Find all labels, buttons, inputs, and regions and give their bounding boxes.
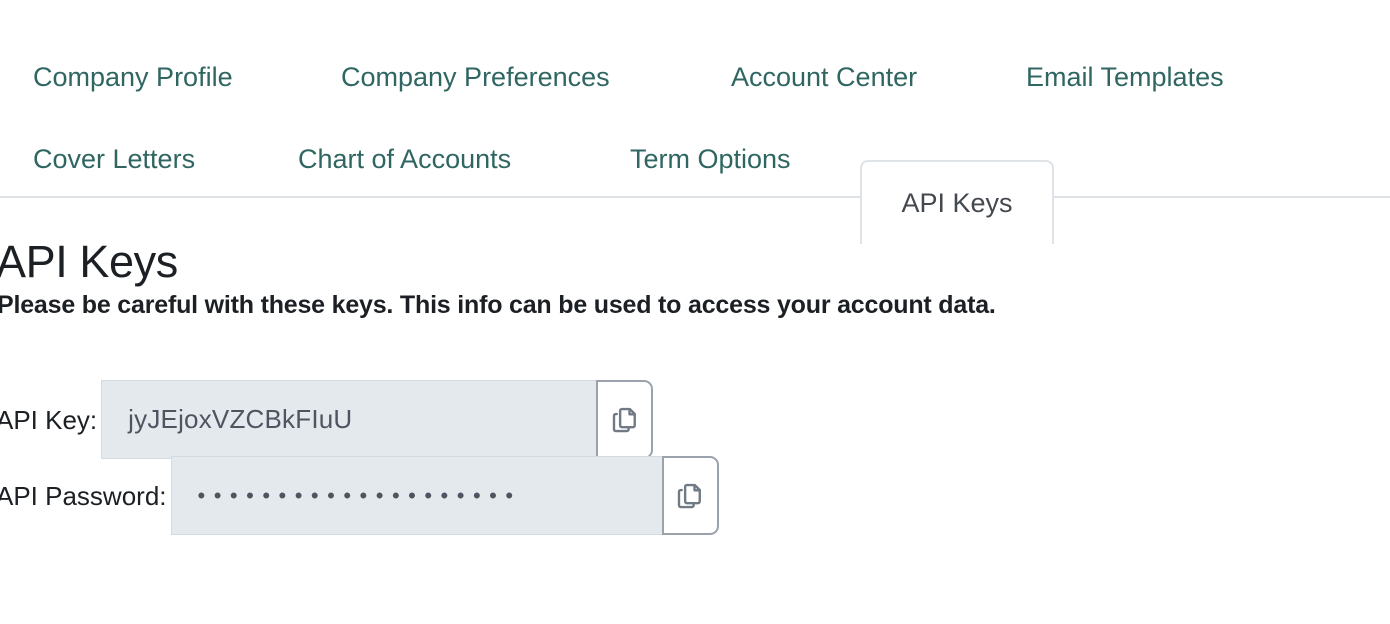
api-key-row: API Key: jyJEjoxVZCBkFIuU (0, 380, 654, 459)
copy-api-password-button[interactable] (661, 456, 719, 535)
tab-company-profile[interactable]: Company Profile (33, 64, 233, 91)
copy-icon (675, 481, 705, 511)
copy-icon (610, 405, 640, 435)
tab-account-center[interactable]: Account Center (731, 64, 917, 91)
api-keys-page: Company Profile Company Preferences Acco… (0, 0, 1390, 624)
api-password-value[interactable]: •••••••••••••••••••• (170, 456, 662, 535)
tab-company-preferences[interactable]: Company Preferences (341, 64, 610, 91)
tab-api-keys-label: API Keys (901, 187, 1013, 218)
tab-api-keys[interactable]: API Keys (860, 160, 1054, 244)
api-password-input-group: •••••••••••••••••••• (170, 456, 719, 535)
api-password-label: API Password: (0, 480, 167, 511)
tab-term-options[interactable]: Term Options (630, 146, 791, 173)
api-key-value[interactable]: jyJEjoxVZCBkFIuU (101, 380, 597, 459)
tab-cover-letters[interactable]: Cover Letters (33, 146, 195, 173)
api-key-label: API Key: (0, 404, 98, 435)
api-password-row: API Password: •••••••••••••••••••• (0, 456, 719, 535)
security-warning-text: Please be careful with these keys. This … (0, 291, 996, 319)
tab-chart-of-accounts[interactable]: Chart of Accounts (298, 146, 511, 173)
api-key-input-group: jyJEjoxVZCBkFIuU (101, 380, 654, 459)
page-title: API Keys (0, 236, 178, 288)
copy-api-key-button[interactable] (596, 380, 654, 459)
settings-tab-strip: Company Profile Company Preferences Acco… (0, 44, 1390, 244)
tab-email-templates[interactable]: Email Templates (1026, 64, 1224, 91)
